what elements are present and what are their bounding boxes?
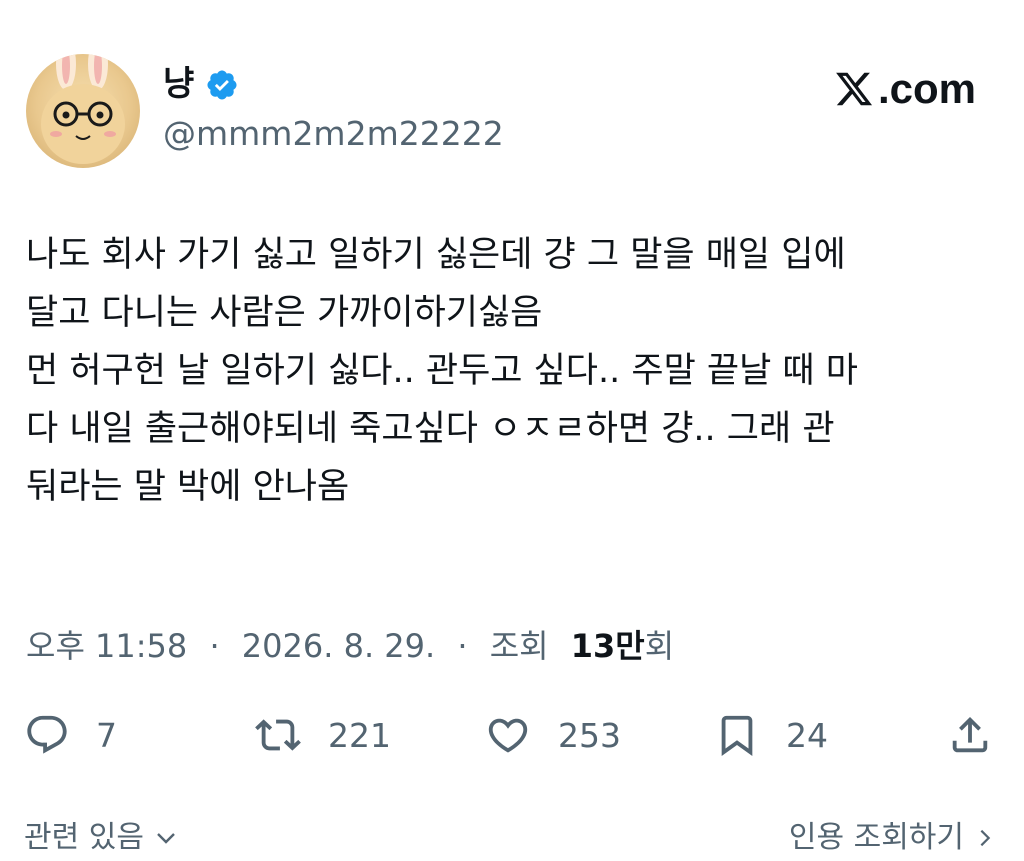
reply-count: 7 bbox=[96, 715, 117, 755]
related-label: 관련 있음 bbox=[24, 820, 144, 855]
related-toggle[interactable]: 관련 있음 bbox=[24, 816, 178, 860]
tweet-line: 다 내일 출근해야되네 죽고싶다 ㅇㅈㄹ하면 걍.. 그래 관 bbox=[26, 409, 835, 449]
bookmark-button[interactable]: 24 bbox=[712, 712, 828, 758]
tweet-line: 먼 허구헌 날 일하기 싫다.. 관두고 싶다.. 주말 끝날 때 마 bbox=[26, 351, 858, 391]
brand-logo: .com bbox=[832, 64, 976, 114]
tweet-time[interactable]: 오후 11:58 bbox=[26, 627, 187, 665]
like-button[interactable]: 253 bbox=[482, 712, 621, 758]
meta-separator: · bbox=[209, 627, 220, 665]
avatar[interactable] bbox=[26, 54, 140, 168]
chevron-down-icon bbox=[157, 833, 175, 844]
like-count: 253 bbox=[558, 715, 621, 755]
retweet-count: 221 bbox=[328, 715, 391, 755]
retweet-button[interactable]: 221 bbox=[252, 712, 391, 758]
bookmark-count: 24 bbox=[786, 715, 828, 755]
views-label: 조회 bbox=[489, 627, 549, 665]
share-button[interactable] bbox=[946, 712, 994, 758]
tweet-line: 나도 회사 가기 싫고 일하기 싫은데 걍 그 말을 매일 입에 bbox=[26, 235, 846, 275]
reply-icon bbox=[27, 715, 67, 754]
tweet-card: 냥 @mmm2m2m22222 .com 나도 회사 가기 싫고 일하기 싫은데… bbox=[0, 0, 1024, 861]
chevron-right-icon bbox=[980, 829, 991, 847]
avatar-illustration bbox=[41, 54, 125, 164]
tweet-text: 나도 회사 가기 싫고 일하기 싫은데 걍 그 말을 매일 입에 달고 다니는 … bbox=[26, 226, 1006, 516]
view-quotes-link[interactable]: 인용 조회하기 bbox=[789, 816, 996, 860]
like-icon bbox=[488, 718, 528, 753]
reply-button[interactable]: 7 bbox=[22, 712, 117, 758]
x-logo-icon bbox=[836, 72, 873, 106]
retweet-icon bbox=[255, 719, 301, 751]
verified-badge-icon bbox=[207, 70, 237, 100]
views-suffix: 회 bbox=[644, 627, 675, 665]
tweet-date[interactable]: 2026. 8. 29. bbox=[242, 627, 435, 665]
views-count: 13만 bbox=[570, 627, 645, 665]
share-icon bbox=[952, 716, 988, 753]
meta-separator: · bbox=[457, 627, 468, 665]
quotes-label: 인용 조회하기 bbox=[788, 820, 964, 855]
tweet-line: 둬라는 말 박에 안나옴 bbox=[26, 467, 350, 507]
brand-domain: .com bbox=[878, 65, 977, 112]
user-handle[interactable]: @mmm2m2m22222 bbox=[163, 112, 504, 156]
bookmark-icon bbox=[721, 715, 753, 756]
tweet-meta: 오후 11:58 · 2026. 8. 29. · 조회 13만회 bbox=[26, 624, 674, 668]
display-name[interactable]: 냥 bbox=[163, 62, 194, 106]
tweet-line: 달고 다니는 사람은 가까이하기싫음 bbox=[26, 293, 543, 333]
